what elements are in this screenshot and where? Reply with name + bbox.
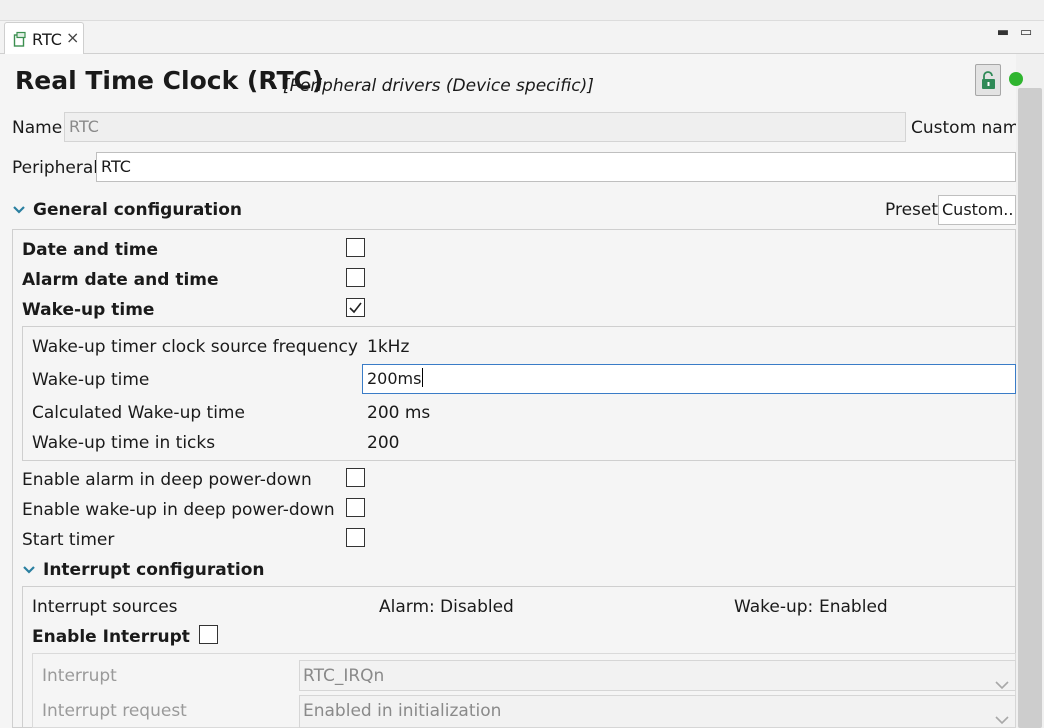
wake-up-time-input[interactable]: 200ms (362, 364, 1016, 394)
scrollbar-thumb[interactable] (1018, 88, 1042, 728)
chevron-down-icon (995, 670, 1009, 690)
calculated-wake-up-time-label: Calculated Wake-up time (32, 403, 245, 423)
checkmark-icon (349, 302, 362, 314)
text-caret (422, 368, 424, 387)
wake-up-ticks-label: Wake-up time in ticks (32, 433, 216, 453)
wake-up-time-field-label: Wake-up time (32, 370, 150, 390)
interrupt-configuration-header[interactable]: Interrupt configuration (43, 560, 265, 580)
chevron-down-icon[interactable] (23, 561, 35, 579)
date-and-time-label: Date and time (22, 240, 159, 260)
name-field[interactable]: RTC (64, 112, 906, 142)
interrupt-sources-label: Interrupt sources (32, 597, 178, 617)
enable-interrupt-label: Enable Interrupt (32, 627, 190, 647)
custom-name-label: Custom name (911, 118, 1016, 138)
minimize-icon[interactable]: ▬ (996, 26, 1010, 40)
preset-label: Preset (885, 200, 939, 220)
chevron-down-icon (995, 705, 1009, 725)
alarm-source-label: Alarm: (379, 597, 435, 617)
wake-up-source-label: Wake-up: (734, 597, 814, 617)
enable-wake-deep-label: Enable wake-up in deep power-down (22, 500, 335, 520)
general-configuration-header[interactable]: General configuration (33, 200, 242, 220)
alarm-date-and-time-checkbox[interactable] (346, 268, 365, 287)
enable-alarm-deep-label: Enable alarm in deep power-down (22, 470, 312, 490)
maximize-icon[interactable]: ▭ (1019, 26, 1033, 40)
component-icon (13, 31, 27, 48)
interrupt-request-select-value: Enabled in initialization (303, 701, 502, 721)
interrupt-request-label: Interrupt request (42, 701, 187, 721)
tab-label: RTC (32, 30, 62, 49)
unlock-icon (980, 71, 997, 95)
wake-up-time-checkbox[interactable] (346, 298, 365, 317)
peripheral-label: Peripheral (12, 158, 98, 178)
alarm-date-and-time-label: Alarm date and time (22, 270, 219, 290)
close-icon[interactable]: × (66, 28, 79, 47)
interrupt-select-value: RTC_IRQn (303, 666, 385, 686)
wake-up-ticks-value: 200 (367, 433, 400, 453)
window-top-strip (0, 0, 1044, 20)
page-title: Real Time Clock (RTC) (15, 66, 324, 95)
interrupt-select: RTC_IRQn (299, 660, 1016, 691)
interrupt-label: Interrupt (42, 666, 117, 686)
date-and-time-checkbox[interactable] (346, 238, 365, 257)
alarm-source-status: Disabled (440, 597, 514, 617)
wake-up-source-status: Enabled (819, 597, 888, 617)
chevron-down-icon[interactable] (13, 201, 25, 219)
enable-wake-deep-checkbox[interactable] (346, 498, 365, 517)
name-label: Name (12, 118, 63, 138)
clock-frequency-label: Wake-up timer clock source frequency (32, 337, 358, 357)
status-dot-icon (1009, 72, 1023, 86)
preset-dropdown[interactable]: Custom... (938, 195, 1016, 225)
wake-up-time-label: Wake-up time (22, 300, 155, 320)
clock-frequency-value: 1kHz (367, 337, 410, 357)
interrupt-request-select: Enabled in initialization (299, 695, 1016, 728)
enable-alarm-deep-checkbox[interactable] (346, 468, 365, 487)
lock-toggle-button[interactable] (975, 64, 1001, 96)
enable-interrupt-checkbox[interactable] (199, 625, 218, 644)
start-timer-checkbox[interactable] (346, 528, 365, 547)
page-subtitle: [Peripheral drivers (Device specific)] (283, 76, 594, 96)
peripheral-field[interactable]: RTC (96, 152, 1016, 182)
editor-tab-bar (0, 20, 1044, 54)
wake-up-time-input-text: 200ms (367, 369, 422, 388)
tab-rtc[interactable]: RTC × (4, 22, 84, 55)
start-timer-label: Start timer (22, 530, 115, 550)
calculated-wake-up-time-value: 200 ms (367, 403, 431, 423)
